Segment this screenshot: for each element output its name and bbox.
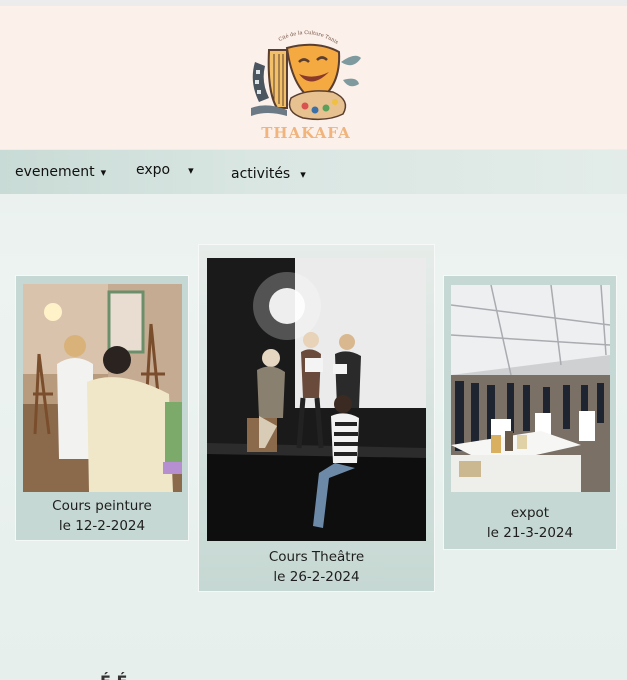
event-card-peinture[interactable]: Cours peinture le 12-2-2024 (16, 276, 188, 540)
svg-text:Cité de la Culture Tunis: Cité de la Culture Tunis (278, 30, 340, 46)
card-title: Cours peinture (52, 498, 152, 514)
nav-item-label: evenement (15, 164, 95, 180)
logo-word: THAKAFA (261, 124, 351, 142)
nav-item-expo[interactable]: expo ▾ (136, 148, 194, 192)
card-date: le 12-2-2024 (58, 518, 146, 534)
chevron-down-icon: ▾ (300, 167, 306, 181)
event-card-expo[interactable]: expot le 21-3-2024 (444, 276, 616, 549)
header: Cité de la Culture Tunis THAKAFA (0, 6, 627, 149)
nav-item-evenement[interactable]: evenement ▾ (15, 150, 106, 194)
card-date: le 21-3-2024 (486, 525, 574, 541)
main-nav: evenement ▾ expo ▾ activités ▾ (0, 150, 627, 194)
card-title: Cours Theâtre (268, 549, 365, 565)
painting-class-photo (23, 284, 182, 492)
theatre-class-photo (207, 258, 426, 541)
nav-item-label: activités (231, 166, 291, 182)
card-title: expot (510, 505, 550, 521)
chevron-down-icon: ▾ (100, 165, 107, 179)
thakafa-logo[interactable]: Cité de la Culture Tunis THAKAFA (247, 22, 365, 144)
expo-photo (451, 285, 610, 492)
chevron-down-icon: ▾ (188, 163, 194, 177)
section-heading-partial: É É (100, 672, 127, 680)
theatre-mask-logo-icon: Cité de la Culture Tunis (251, 30, 361, 121)
nav-item-label: expo (136, 162, 171, 178)
event-card-theatre[interactable]: Cours Theâtre le 26-2-2024 (199, 245, 434, 591)
nav-item-activites[interactable]: activités ▾ (231, 152, 306, 196)
card-date: le 26-2-2024 (273, 569, 360, 585)
